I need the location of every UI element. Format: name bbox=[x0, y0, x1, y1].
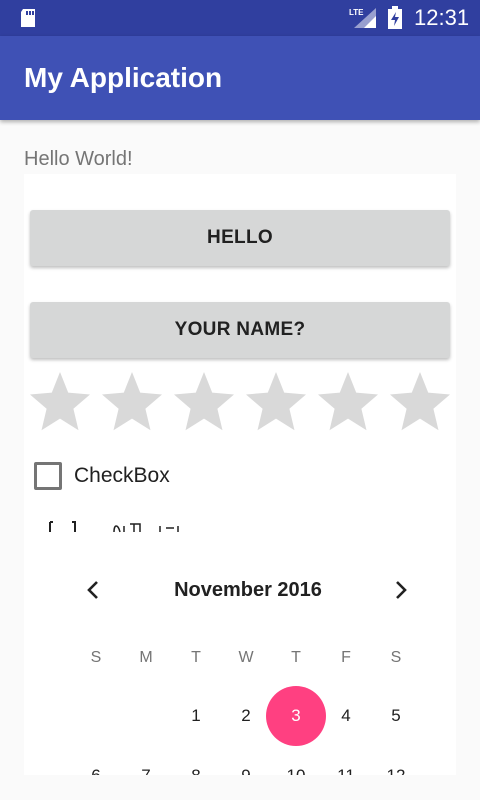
weekday-label: M bbox=[139, 649, 153, 666]
calendar-header: November 2016 bbox=[24, 570, 456, 610]
star-icon[interactable] bbox=[28, 370, 92, 434]
weekday-label: S bbox=[90, 649, 102, 666]
calendar-day[interactable]: 10 bbox=[271, 765, 321, 775]
calendar-month-year: November 2016 bbox=[174, 579, 322, 601]
svg-text:LTE: LTE bbox=[349, 8, 364, 17]
scroll-panel[interactable]: HELLO YOUR NAME? CheckBox November 2016 … bbox=[24, 174, 456, 775]
chevron-right-icon[interactable] bbox=[388, 578, 412, 602]
calendar-day[interactable]: 7 bbox=[121, 765, 171, 775]
calendar-day[interactable]: 9 bbox=[221, 765, 271, 775]
your-name-button[interactable]: YOUR NAME? bbox=[30, 302, 450, 358]
weekday-label: T bbox=[291, 649, 301, 666]
hello-button[interactable]: HELLO bbox=[30, 210, 450, 266]
calendar-day[interactable]: 4 bbox=[321, 705, 371, 727]
app-bar: My Application bbox=[0, 36, 480, 120]
calendar-day[interactable]: 8 bbox=[171, 765, 221, 775]
star-icon[interactable] bbox=[172, 370, 236, 434]
star-icon[interactable] bbox=[316, 370, 380, 434]
weekday-label: W bbox=[238, 649, 254, 666]
rating-bar[interactable] bbox=[28, 370, 456, 434]
calendar-day[interactable]: 11 bbox=[321, 765, 371, 775]
chevron-left-icon[interactable] bbox=[82, 578, 106, 602]
calendar-day[interactable]: 2 bbox=[221, 705, 271, 727]
calendar-day[interactable]: 5 bbox=[371, 705, 421, 727]
calendar-day-selected[interactable]: 3 bbox=[271, 705, 321, 727]
checkbox[interactable]: CheckBox bbox=[34, 460, 170, 492]
lte-signal-icon: LTE bbox=[349, 8, 376, 28]
star-icon[interactable] bbox=[244, 370, 308, 434]
sd-card-icon bbox=[21, 9, 35, 27]
weekday-label: F bbox=[341, 649, 351, 666]
calendar-day[interactable]: 12 bbox=[371, 765, 421, 775]
battery-charging-icon bbox=[388, 6, 402, 29]
weekday-label: S bbox=[390, 649, 402, 666]
star-icon[interactable] bbox=[388, 370, 452, 434]
calendar-day[interactable]: 6 bbox=[71, 765, 121, 775]
checkbox-label[interactable]: CheckBox bbox=[74, 464, 170, 488]
calendar-day[interactable]: 1 bbox=[171, 705, 221, 727]
checkbox-box-icon[interactable] bbox=[34, 462, 62, 490]
hello-world-text: Hello World! bbox=[24, 148, 133, 170]
app-title: My Application bbox=[24, 62, 223, 93]
star-icon[interactable] bbox=[100, 370, 164, 434]
status-clock: 12:31 bbox=[414, 5, 470, 30]
clipped-widget-fragment bbox=[49, 521, 179, 533]
status-bar: LTE 12:31 bbox=[0, 0, 480, 36]
weekday-label: T bbox=[191, 649, 201, 666]
